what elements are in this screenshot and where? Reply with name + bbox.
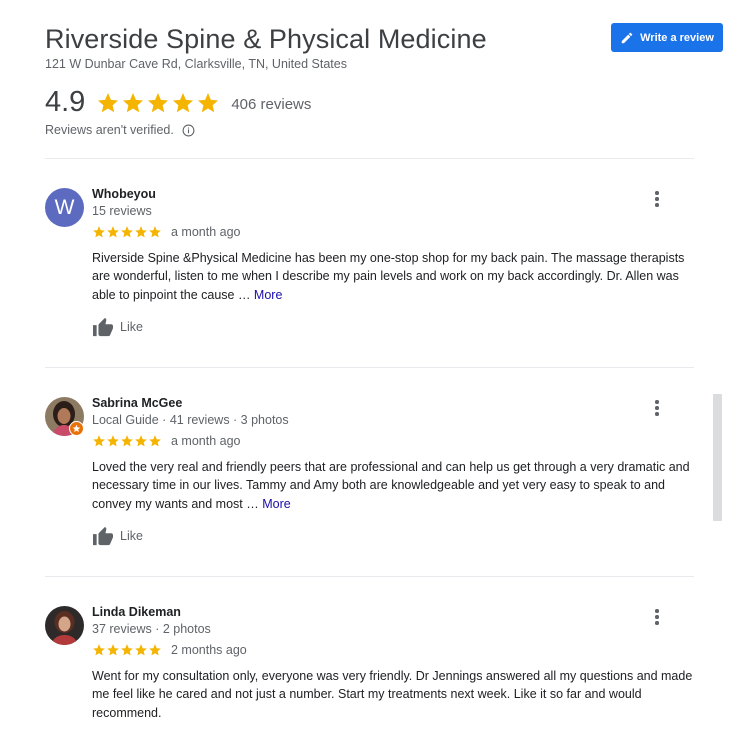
review-rating: a month ago — [92, 225, 692, 239]
divider — [45, 576, 694, 577]
like-button[interactable]: Like — [92, 317, 152, 337]
business-header: Riverside Spine & Physical Medicine 121 … — [45, 22, 725, 71]
reviewer-name[interactable]: Whobeyou — [92, 186, 692, 202]
unverified-note: Reviews aren't verified. — [45, 123, 195, 137]
info-icon[interactable] — [182, 124, 195, 137]
star-icon — [121, 226, 133, 238]
like-label: Like — [120, 528, 143, 543]
star-icon — [135, 435, 147, 447]
more-options-icon[interactable] — [649, 607, 665, 627]
like-label: Like — [120, 319, 143, 334]
profile-photo — [45, 606, 84, 645]
pencil-icon — [621, 32, 633, 43]
star-icon — [149, 435, 161, 447]
star-icon — [107, 435, 119, 447]
star-icon — [149, 226, 161, 238]
star-icon — [107, 644, 119, 656]
review-text: Loved the very real and friendly peers t… — [92, 458, 694, 513]
review-stars — [92, 643, 162, 657]
review-rating: a month ago — [92, 434, 692, 448]
avatar[interactable] — [45, 606, 84, 645]
review-text-content: Loved the very real and friendly peers t… — [92, 460, 690, 511]
thumbs-up-icon — [93, 317, 113, 336]
review-date: a month ago — [171, 434, 241, 448]
review-stars — [92, 225, 162, 239]
review-text: Riverside Spine &Physical Medicine has b… — [92, 249, 694, 304]
review-text-content: Went for my consultation only, everyone … — [92, 669, 693, 720]
reviewer-meta: 37 reviews · 2 photos — [92, 622, 211, 636]
star-icon — [149, 644, 161, 656]
business-address: 121 W Dunbar Cave Rd, Clarksville, TN, U… — [45, 57, 347, 71]
star-icon — [107, 226, 119, 238]
reviewer-meta: 15 reviews — [92, 204, 152, 218]
star-icon — [93, 435, 105, 447]
local-guide-badge-icon — [69, 421, 84, 436]
write-review-label: Write a review — [640, 31, 714, 44]
scrollbar-thumb[interactable] — [713, 394, 722, 521]
review-body: Sabrina McGee Local Guide · 41 reviews ·… — [92, 395, 692, 546]
like-button[interactable]: Like — [92, 526, 152, 546]
review-date: 2 months ago — [171, 643, 247, 657]
star-icon — [93, 226, 105, 238]
star-icon — [121, 435, 133, 447]
more-options-icon[interactable] — [649, 398, 665, 418]
more-link[interactable]: More — [254, 288, 282, 302]
review-body: Linda Dikeman 37 reviews · 2 photos 2 mo… — [92, 604, 692, 722]
review-body: Whobeyou 15 reviews a month ago Riversid… — [92, 186, 692, 337]
star-icon — [121, 644, 133, 656]
review-text-content: Riverside Spine &Physical Medicine has b… — [92, 251, 685, 302]
more-options-icon[interactable] — [649, 189, 665, 209]
review-text: Went for my consultation only, everyone … — [92, 667, 694, 722]
star-icon — [173, 92, 194, 112]
reviewer-name[interactable]: Linda Dikeman — [92, 604, 692, 620]
star-icon — [135, 644, 147, 656]
reviewer-meta: Local Guide · 41 reviews · 3 photos — [92, 413, 289, 427]
divider — [45, 158, 694, 159]
thumbs-up-icon — [93, 526, 113, 545]
more-link[interactable]: More — [262, 497, 290, 511]
divider — [45, 367, 694, 368]
star-icon — [123, 92, 144, 112]
review-count: 406 reviews — [231, 96, 312, 113]
rating-stars — [96, 91, 220, 115]
review-date: a month ago — [171, 225, 241, 239]
star-icon — [198, 92, 219, 112]
star-icon — [98, 92, 119, 112]
unverified-text: Reviews aren't verified. — [45, 123, 174, 137]
star-icon — [93, 644, 105, 656]
overall-rating: 4.9 406 reviews — [45, 86, 311, 119]
reviewer-name[interactable]: Sabrina McGee — [92, 395, 692, 411]
star-icon — [148, 92, 169, 112]
rating-value: 4.9 — [45, 86, 86, 118]
review-rating: 2 months ago — [92, 643, 692, 657]
write-review-button[interactable]: Write a review — [611, 23, 723, 52]
star-icon — [135, 226, 147, 238]
avatar[interactable]: W — [45, 188, 84, 227]
review-stars — [92, 434, 162, 448]
